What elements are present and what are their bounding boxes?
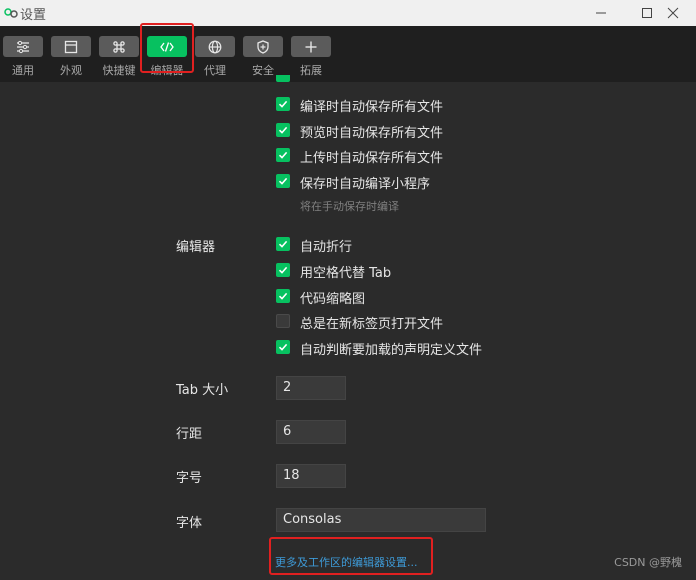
- font-family-input[interactable]: Consolas: [276, 508, 486, 532]
- window-title: 设置: [20, 8, 47, 23]
- checkbox-spaces-for-tab[interactable]: [276, 263, 290, 277]
- plus-icon: [305, 41, 317, 52]
- minimize-button[interactable]: [578, 0, 624, 26]
- tab-extensions-button[interactable]: [291, 36, 331, 57]
- checkbox-open-in-new-tab[interactable]: [276, 314, 290, 328]
- settings-toolbar: 通用 外观 快捷键 编辑器 代理 安全 拓展: [0, 26, 696, 82]
- more-link-highlight: [269, 537, 433, 575]
- close-button[interactable]: [650, 0, 696, 26]
- option-compile-on-save: 保存时自动编译小程序: [300, 177, 431, 192]
- option-spaces-for-tab: 用空格代替 Tab: [300, 266, 392, 281]
- tab-proxy-button[interactable]: [195, 36, 235, 57]
- title-bar: 设置: [0, 0, 696, 26]
- option-save-on-upload: 上传时自动保存所有文件: [300, 151, 444, 166]
- check-icon: [278, 292, 288, 300]
- tab-general[interactable]: 通用: [3, 36, 43, 80]
- checkbox-save-on-upload[interactable]: [276, 148, 290, 162]
- shield-icon: [257, 39, 269, 54]
- check-icon: [278, 266, 288, 274]
- compile-on-save-hint: 将在手动保存时编译: [300, 200, 399, 213]
- option-minimap: 代码缩略图: [300, 292, 366, 307]
- line-height-input[interactable]: 6: [276, 420, 346, 444]
- editor-settings-panel: 编译时自动保存所有文件 预览时自动保存所有文件 上传时自动保存所有文件 保存时自…: [0, 75, 696, 580]
- tab-proxy[interactable]: 代理: [195, 36, 235, 80]
- checkbox-word-wrap[interactable]: [276, 237, 290, 251]
- option-save-on-compile: 编译时自动保存所有文件: [300, 100, 444, 115]
- tab-general-button[interactable]: [3, 36, 43, 57]
- app-logo-icon: [4, 8, 18, 18]
- font-size-input[interactable]: 18: [276, 464, 346, 488]
- option-open-in-new-tab: 总是在新标签页打开文件: [300, 317, 444, 332]
- checkbox-save-on-preview[interactable]: [276, 123, 290, 137]
- command-key-icon: [113, 40, 125, 53]
- checkbox-minimap[interactable]: [276, 289, 290, 303]
- check-icon: [278, 100, 288, 108]
- tab-security-button[interactable]: [243, 36, 283, 57]
- checkbox-cut-off[interactable]: [276, 75, 290, 82]
- sliders-icon: [17, 40, 29, 53]
- minimize-icon: [596, 12, 606, 14]
- tab-appearance[interactable]: 外观: [51, 36, 91, 80]
- editor-section-label: 编辑器: [176, 240, 216, 255]
- check-icon: [278, 240, 288, 248]
- option-auto-typings: 自动判断要加载的声明定义文件: [300, 343, 483, 358]
- tab-shortcuts[interactable]: 快捷键: [99, 36, 139, 80]
- checkbox-compile-on-save[interactable]: [276, 174, 290, 188]
- tab-size-input[interactable]: 2: [276, 376, 346, 400]
- check-icon: [278, 177, 288, 185]
- tab-shortcuts-button[interactable]: [99, 36, 139, 57]
- tab-security[interactable]: 安全: [243, 36, 283, 80]
- csdn-watermark: CSDN @野槐: [614, 556, 682, 569]
- close-icon: [667, 7, 679, 19]
- active-tab-highlight: [140, 23, 194, 73]
- window-icon: [64, 40, 78, 53]
- font-size-label: 字号: [176, 471, 203, 486]
- tab-size-label: Tab 大小: [176, 383, 229, 398]
- check-icon: [278, 126, 288, 134]
- tab-extensions-label: 拓展: [300, 64, 322, 77]
- checkbox-auto-typings[interactable]: [276, 340, 290, 354]
- line-height-label: 行距: [176, 427, 203, 442]
- globe-icon: [208, 40, 222, 53]
- check-icon: [278, 343, 288, 351]
- checkbox-save-on-compile[interactable]: [276, 97, 290, 111]
- tab-extensions[interactable]: 拓展: [291, 36, 331, 80]
- option-word-wrap: 自动折行: [300, 240, 353, 255]
- check-icon: [278, 151, 288, 159]
- font-family-label: 字体: [176, 516, 203, 531]
- option-save-on-preview: 预览时自动保存所有文件: [300, 126, 444, 141]
- tab-appearance-button[interactable]: [51, 36, 91, 57]
